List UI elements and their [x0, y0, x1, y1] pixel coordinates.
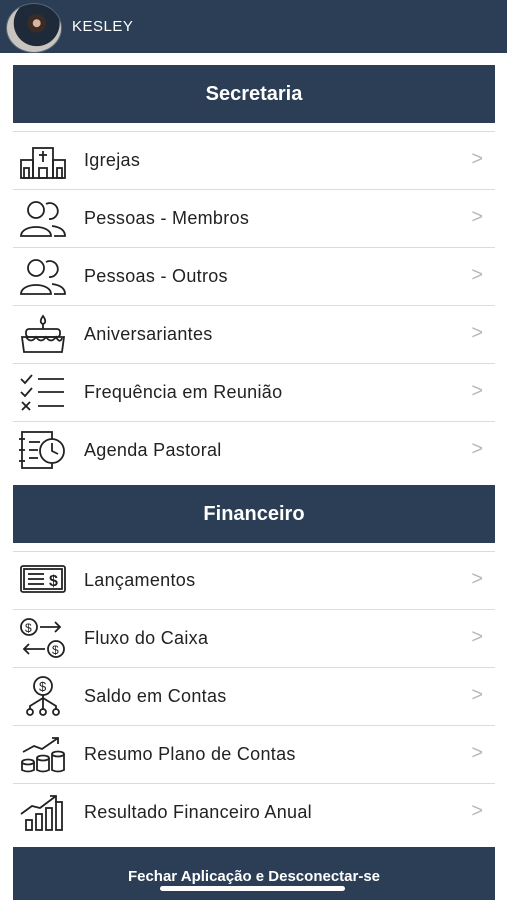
bill-icon: $ — [18, 560, 68, 600]
chevron-right-icon: > — [471, 322, 483, 344]
svg-text:$: $ — [49, 573, 58, 590]
chevron-right-icon: > — [471, 264, 483, 286]
menu-item-label: Igrejas — [84, 150, 141, 170]
svg-text:$: $ — [52, 643, 59, 657]
logout-button[interactable]: Fechar Aplicação e Desconectar-se — [13, 847, 495, 900]
menu-item-label: Frequência em Reunião — [84, 382, 283, 402]
menu-item-label: Pessoas - Membros — [84, 208, 250, 228]
menu-item-label: Aniversariantes — [84, 324, 213, 344]
menu-item-label: Resumo Plano de Contas — [84, 744, 296, 764]
people-icon — [18, 256, 68, 296]
chevron-right-icon: > — [471, 380, 483, 402]
section-header-financeiro: Financeiro — [13, 485, 495, 543]
home-indicator[interactable] — [160, 886, 345, 891]
menu-item-label: Saldo em Contas — [84, 686, 227, 706]
chevron-right-icon: > — [471, 206, 483, 228]
chevron-right-icon: > — [471, 684, 483, 706]
user-name: KESLEY — [72, 18, 134, 35]
chevron-right-icon: > — [471, 148, 483, 170]
cake-icon — [18, 314, 68, 354]
svg-text:$: $ — [25, 621, 32, 635]
menu-item-agenda-pastoral[interactable]: Agenda Pastoral > — [13, 421, 495, 478]
menu-item-label: Agenda Pastoral — [84, 440, 222, 460]
menu-item-saldo-contas[interactable]: $ Saldo em Contas > — [13, 667, 495, 724]
menu-item-igrejas[interactable]: Igrejas > — [13, 131, 495, 188]
people-icon — [18, 198, 68, 238]
menu-item-label: Pessoas - Outros — [84, 266, 228, 286]
top-bar: KESLEY — [0, 0, 507, 53]
menu-item-frequencia-reuniao[interactable]: Frequência em Reunião > — [13, 363, 495, 420]
avatar[interactable] — [6, 3, 62, 53]
coins-growth-icon — [18, 734, 68, 774]
menu-item-pessoas-outros[interactable]: Pessoas - Outros > — [13, 247, 495, 304]
chevron-right-icon: > — [471, 742, 483, 764]
bar-chart-icon — [18, 792, 68, 832]
menu-item-label: Lançamentos — [84, 570, 196, 590]
cash-flow-icon: $ $ — [18, 618, 68, 658]
section-header-secretaria: Secretaria — [13, 65, 495, 123]
svg-text:$: $ — [39, 679, 47, 694]
agenda-clock-icon — [18, 430, 68, 470]
church-icon — [18, 140, 68, 180]
menu-item-resultado-financeiro-anual[interactable]: Resultado Financeiro Anual > — [13, 783, 495, 840]
menu-item-label: Resultado Financeiro Anual — [84, 802, 312, 822]
menu-item-aniversariantes[interactable]: Aniversariantes > — [13, 305, 495, 362]
menu-item-label: Fluxo do Caixa — [84, 628, 209, 648]
money-network-icon: $ — [18, 676, 68, 716]
menu-item-lancamentos[interactable]: $ Lançamentos > — [13, 551, 495, 608]
chevron-right-icon: > — [471, 438, 483, 460]
chevron-right-icon: > — [471, 800, 483, 822]
menu-item-fluxo-caixa[interactable]: $ $ Fluxo do Caixa > — [13, 609, 495, 666]
menu-item-resumo-plano-contas[interactable]: Resumo Plano de Contas > — [13, 725, 495, 782]
menu-item-pessoas-membros[interactable]: Pessoas - Membros > — [13, 189, 495, 246]
checklist-icon — [18, 372, 68, 412]
chevron-right-icon: > — [471, 568, 483, 590]
chevron-right-icon: > — [471, 626, 483, 648]
